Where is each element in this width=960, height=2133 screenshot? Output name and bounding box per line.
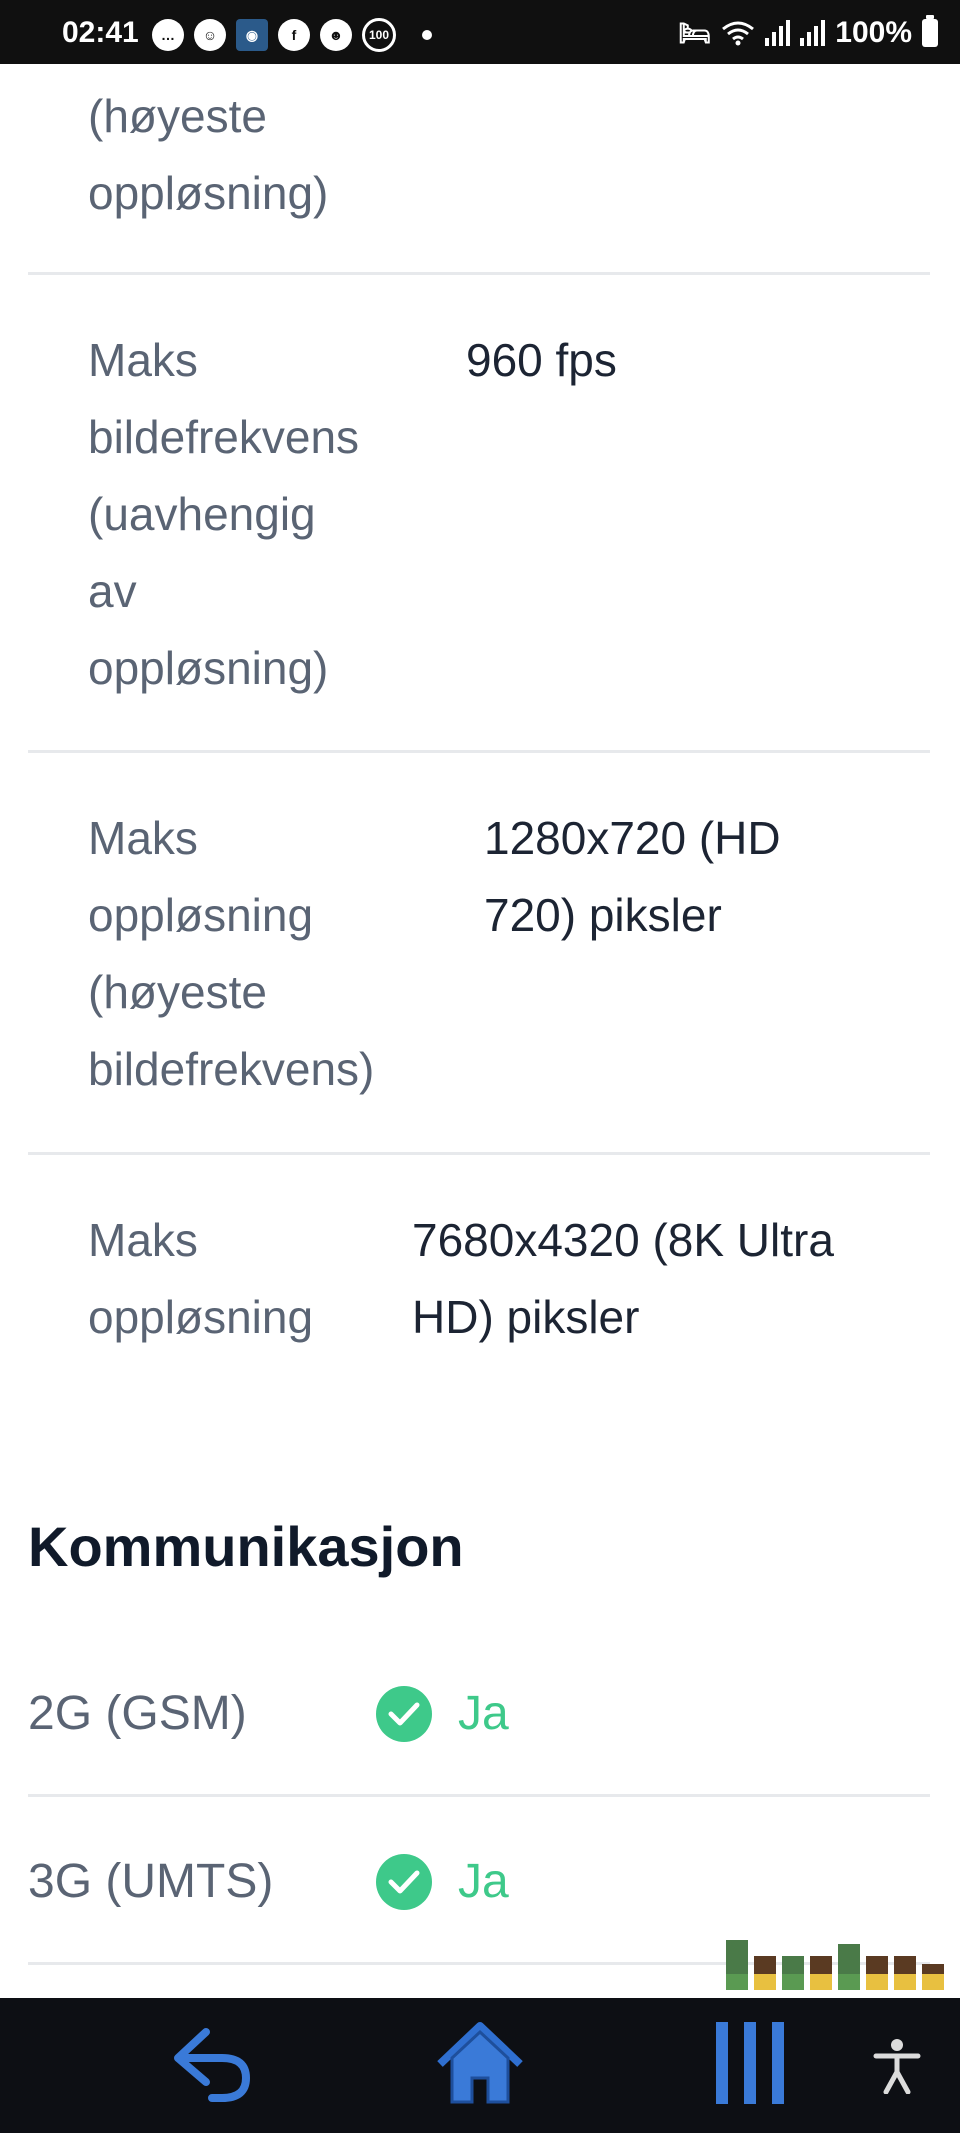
wifi-icon xyxy=(722,21,755,46)
divider xyxy=(28,272,930,275)
divider xyxy=(28,1152,930,1155)
comm-row-3g: 3G (UMTS) Ja xyxy=(28,1832,930,1932)
comm-value: Ja xyxy=(458,1855,509,1908)
spec-label-max-resolution-highest-framerate: Maks oppløsning (høyeste bildefrekvens) xyxy=(88,812,375,1095)
app-icon: ◉ xyxy=(236,19,268,51)
floating-widget-icon[interactable] xyxy=(726,1940,944,1990)
check-icon xyxy=(376,1686,432,1742)
messenger-icon: … xyxy=(152,19,184,51)
section-title-communication: Kommunikasjon xyxy=(28,1515,464,1578)
sleep-mode-icon: 🛏 xyxy=(678,17,712,48)
discord-like-icon: ☺ xyxy=(194,19,226,51)
spec-label-max-framerate: Maks bildefrekvens (uavhengig av oppløsn… xyxy=(88,334,360,694)
comm-row-2g: 2G (GSM) Ja xyxy=(28,1664,930,1764)
spec-value-max-framerate: 960 fps xyxy=(466,334,617,386)
accessibility-icon[interactable] xyxy=(872,2038,922,2099)
status-right: 🛏 100% xyxy=(678,15,938,50)
comm-value: Ja xyxy=(458,1687,509,1740)
status-time: 02:41 xyxy=(62,16,139,49)
spec-label-0: (høyeste oppløsning) xyxy=(88,90,329,219)
navigation-bar xyxy=(0,1998,960,2133)
content-area[interactable]: (høyeste oppløsning) Maks bildefrekvens … xyxy=(0,64,960,1998)
spec-value-max-resolution-highest-framerate: 1280x720 (HD 720) piksler xyxy=(484,812,781,941)
facebook-icon: f xyxy=(278,19,310,51)
spec-label-max-resolution: Maks oppløsning xyxy=(88,1214,314,1343)
check-icon xyxy=(376,1854,432,1910)
notification-icons: … ☺ ◉ f ☻ 100 xyxy=(152,18,432,52)
back-icon[interactable] xyxy=(166,2018,256,2113)
signal-icon-1 xyxy=(765,20,791,46)
comm-label: 3G (UMTS) xyxy=(28,1855,274,1908)
comm-label: 2G (GSM) xyxy=(28,1687,247,1740)
battery-percent: 100% xyxy=(835,16,912,49)
battery-icon xyxy=(922,15,938,47)
more-notifications-dot xyxy=(422,30,432,40)
home-icon[interactable] xyxy=(434,2018,526,2115)
discord-icon: ☻ xyxy=(320,19,352,51)
divider xyxy=(28,1794,930,1797)
divider xyxy=(28,750,930,753)
spec-value-max-resolution: 7680x4320 (8K Ultra HD) piksler xyxy=(412,1214,834,1343)
recents-icon[interactable] xyxy=(712,2020,788,2111)
status-bar: 02:41 … ☺ ◉ f ☻ 100 🛏 100% xyxy=(0,0,960,64)
signal-icon-2 xyxy=(800,20,826,46)
hundred-badge-icon: 100 xyxy=(362,18,396,52)
